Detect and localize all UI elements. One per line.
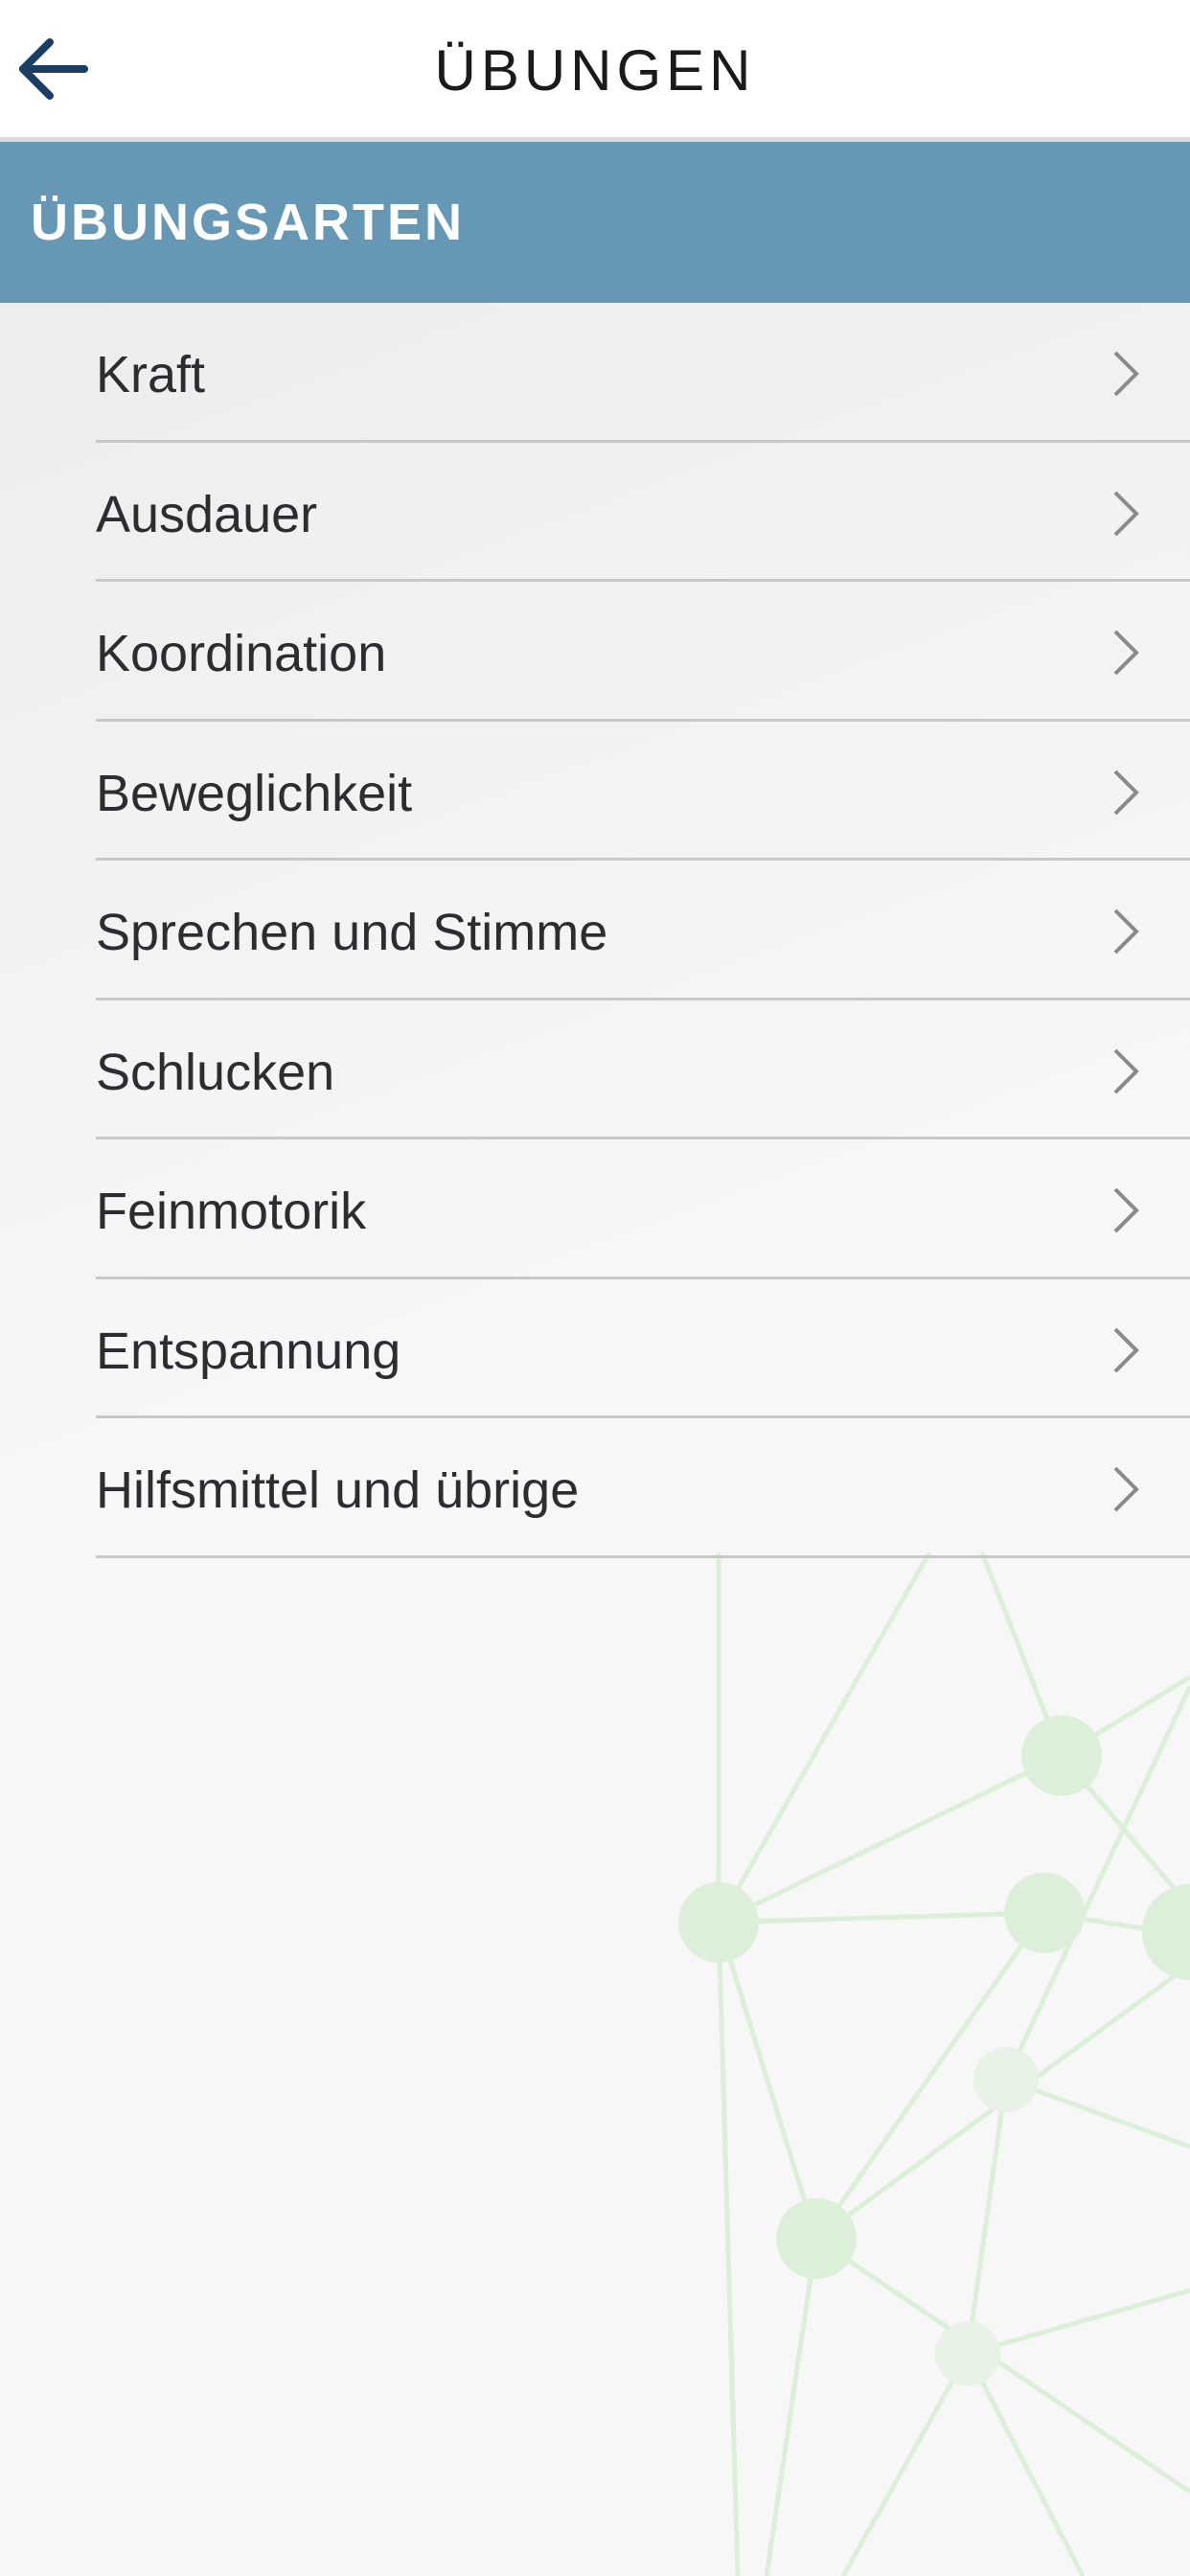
list-item-label: Kraft [96,346,206,403]
chevron-right-icon [1113,1187,1139,1233]
list-item-beweglichkeit[interactable]: Beweglichkeit [0,722,1190,861]
top-bar: ÜBUNGEN [0,0,1190,142]
chevron-right-icon [1113,630,1139,676]
list-item-koordination[interactable]: Koordination [0,582,1190,722]
list-item-sprechen-und-stimme[interactable]: Sprechen und Stimme [0,861,1190,1000]
list-item-kraft[interactable]: Kraft [0,303,1190,443]
list-item-label: Ausdauer [96,485,318,543]
divider [96,1554,1190,1558]
list-item-label: Beweglichkeit [96,764,413,822]
list-item-schlucken[interactable]: Schlucken [0,1000,1190,1139]
list-item-label: Entspannung [96,1322,401,1380]
list-item-entspannung[interactable]: Entspannung [0,1279,1190,1418]
chevron-right-icon [1113,351,1139,397]
chevron-right-icon [1113,491,1139,536]
list-item-label: Hilfsmittel und übrige [96,1461,580,1519]
list-item-label: Sprechen und Stimme [96,904,608,961]
list-item-hilfsmittel-und-uebrige[interactable]: Hilfsmittel und übrige [0,1418,1190,1558]
chevron-right-icon [1113,770,1139,815]
exercise-type-list: Kraft Ausdauer Koordination Beweglichkei… [0,303,1190,1558]
list-item-label: Koordination [96,625,387,682]
chevron-right-icon [1113,1327,1139,1372]
list-item-label: Schlucken [96,1043,335,1101]
chevron-right-icon [1113,1466,1139,1512]
list-item-ausdauer[interactable]: Ausdauer [0,443,1190,582]
page-title: ÜBUNGEN [434,38,756,103]
section-title: ÜBUNGSARTEN [31,194,466,251]
list-item-feinmotorik[interactable]: Feinmotorik [0,1139,1190,1279]
section-header: ÜBUNGSARTEN [0,142,1190,303]
chevron-right-icon [1113,908,1139,954]
list-item-label: Feinmotorik [96,1183,367,1240]
chevron-right-icon [1113,1048,1139,1093]
